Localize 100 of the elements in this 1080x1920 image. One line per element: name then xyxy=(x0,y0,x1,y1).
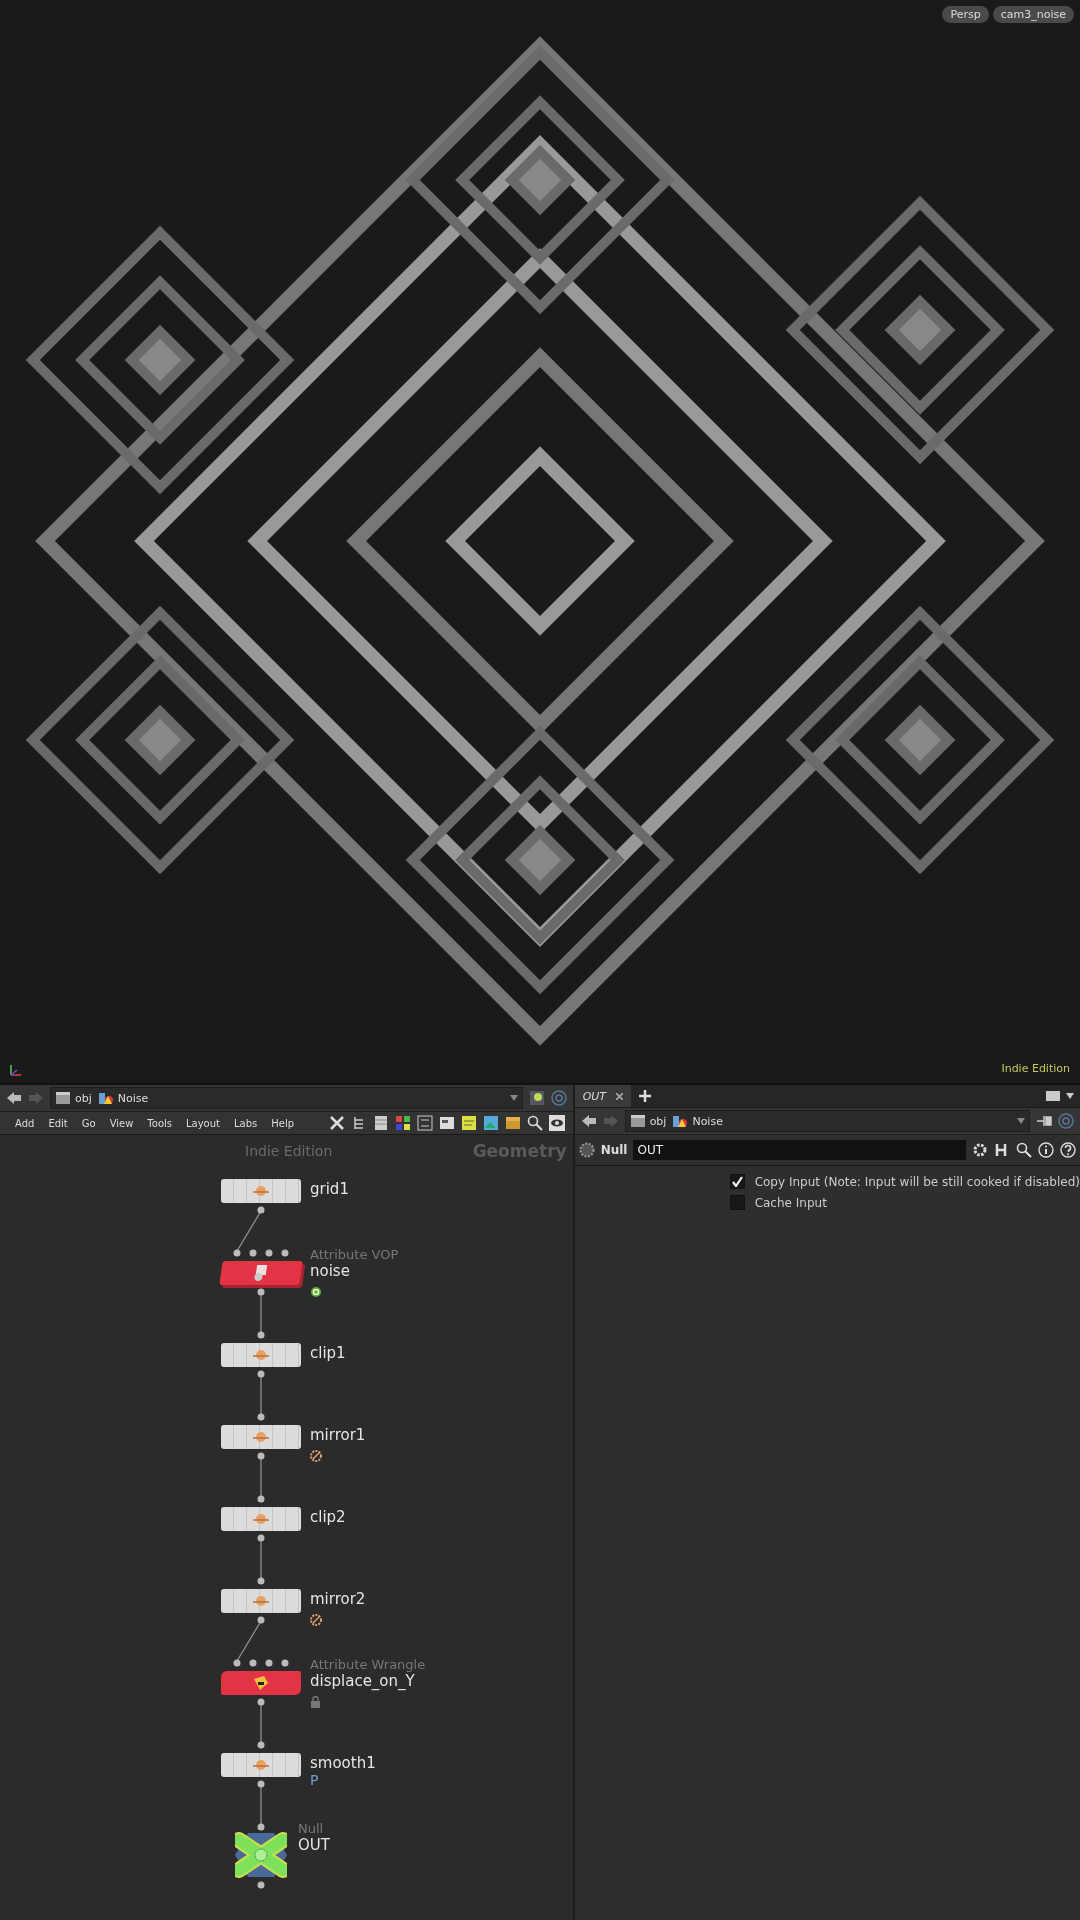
close-icon[interactable] xyxy=(616,1092,624,1100)
path-crumb[interactable]: Noise xyxy=(97,1091,149,1105)
edition-label: Indie Edition xyxy=(1001,1062,1070,1075)
menu-item[interactable]: Help xyxy=(264,1117,302,1129)
output-dot[interactable] xyxy=(257,1881,265,1889)
input-dot[interactable] xyxy=(265,1659,273,1667)
camera-menu[interactable]: cam3_noise xyxy=(992,6,1074,23)
info-icon[interactable] xyxy=(1038,1142,1054,1158)
parameter-label: Cache Input xyxy=(754,1195,827,1210)
wire xyxy=(260,1538,262,1580)
camera-menu[interactable]: Persp xyxy=(942,6,989,23)
path-crumb[interactable]: obj xyxy=(629,1114,667,1128)
path-crumb[interactable]: obj xyxy=(55,1091,92,1105)
wire xyxy=(260,1456,262,1498)
input-dot[interactable] xyxy=(281,1659,289,1667)
network-node[interactable] xyxy=(221,1343,301,1367)
network-node[interactable] xyxy=(221,1753,301,1777)
checkbox[interactable] xyxy=(729,1195,745,1210)
wire xyxy=(260,1784,262,1826)
node-type-label: Null xyxy=(600,1143,628,1157)
node-name: mirror2 xyxy=(310,1590,366,1608)
path-crumb[interactable]: Noise xyxy=(672,1114,723,1128)
network-node[interactable] xyxy=(221,1507,301,1531)
output-dot[interactable] xyxy=(257,1534,265,1542)
path-bar[interactable]: obj Noise xyxy=(50,1087,523,1109)
node-type-icon xyxy=(254,1265,268,1281)
color-grid-icon[interactable] xyxy=(394,1115,411,1131)
eye-icon[interactable] xyxy=(548,1115,565,1131)
input-dot[interactable] xyxy=(233,1249,241,1257)
box-icon[interactable] xyxy=(504,1115,521,1131)
node-type-icon xyxy=(252,1514,270,1524)
menu-item[interactable]: Labs xyxy=(227,1117,265,1129)
target-icon[interactable] xyxy=(550,1090,567,1106)
input-dot[interactable] xyxy=(257,1495,265,1503)
checkbox[interactable] xyxy=(729,1174,745,1189)
output-dot[interactable] xyxy=(257,1288,265,1296)
null-node[interactable] xyxy=(235,1832,287,1878)
input-dot[interactable] xyxy=(257,1413,265,1421)
search-icon[interactable] xyxy=(1016,1142,1032,1158)
node-type-icon xyxy=(252,1432,270,1442)
network-box-icon[interactable] xyxy=(438,1115,455,1131)
output-dot[interactable] xyxy=(257,1616,265,1624)
network-node[interactable] xyxy=(221,1589,301,1613)
edition-watermark: Indie Edition xyxy=(245,1143,333,1159)
clapperboard-icon xyxy=(55,1091,71,1105)
network-node[interactable] xyxy=(219,1261,303,1285)
back-arrow-icon[interactable] xyxy=(580,1114,597,1128)
caret-icon[interactable] xyxy=(1017,1117,1025,1125)
input-dot[interactable] xyxy=(249,1659,257,1667)
output-dot[interactable] xyxy=(257,1206,265,1214)
menu-item[interactable]: Go xyxy=(74,1117,103,1129)
input-dot[interactable] xyxy=(265,1249,273,1257)
menu-item[interactable]: Layout xyxy=(179,1117,227,1129)
menu-item[interactable]: Tools xyxy=(140,1117,179,1129)
pane-tab[interactable]: OUT xyxy=(574,1085,632,1107)
node-name: smooth1 xyxy=(310,1754,376,1772)
menu-item[interactable]: Add xyxy=(8,1117,42,1129)
image-icon[interactable] xyxy=(482,1115,499,1131)
menu-item[interactable]: View xyxy=(102,1117,141,1129)
list-icon[interactable] xyxy=(372,1115,389,1131)
flag-label: P xyxy=(310,1772,320,1788)
node-name: clip1 xyxy=(310,1344,346,1362)
node-name: mirror1 xyxy=(310,1426,366,1444)
input-dot[interactable] xyxy=(257,1823,265,1831)
node-type-icon xyxy=(254,1676,268,1690)
gear-icon[interactable] xyxy=(972,1142,988,1158)
search-icon[interactable] xyxy=(526,1115,543,1131)
sticky-note-icon[interactable] xyxy=(460,1115,477,1131)
back-arrow-icon[interactable] xyxy=(6,1091,22,1105)
input-dot[interactable] xyxy=(233,1659,241,1667)
menu-item[interactable]: Edit xyxy=(41,1117,75,1129)
output-dot[interactable] xyxy=(257,1698,265,1706)
network-node[interactable] xyxy=(221,1179,301,1203)
node-type-label: Attribute VOP xyxy=(310,1247,399,1262)
node-type-label: Attribute Wrangle xyxy=(310,1657,426,1672)
output-dot[interactable] xyxy=(257,1370,265,1378)
node-name-field[interactable]: OUT xyxy=(633,1140,966,1160)
network-node[interactable] xyxy=(221,1671,301,1695)
node-name: grid1 xyxy=(310,1180,349,1198)
target-icon[interactable] xyxy=(1058,1113,1074,1129)
network-node[interactable] xyxy=(221,1425,301,1449)
wire xyxy=(236,1620,262,1662)
pin-icon[interactable] xyxy=(1036,1113,1052,1129)
caret-icon[interactable] xyxy=(509,1094,518,1102)
layout-icon[interactable] xyxy=(416,1115,433,1131)
input-dot[interactable] xyxy=(257,1741,265,1749)
help-icon[interactable] xyxy=(1060,1142,1076,1158)
node-name: noise xyxy=(310,1262,351,1280)
output-dot[interactable] xyxy=(257,1780,265,1788)
input-dot[interactable] xyxy=(257,1577,265,1585)
add-tab-icon[interactable] xyxy=(639,1090,652,1102)
pin-icon[interactable] xyxy=(528,1090,545,1106)
caret-icon[interactable] xyxy=(1066,1092,1074,1100)
path-bar[interactable]: obj Noise xyxy=(624,1110,1030,1132)
output-dot[interactable] xyxy=(257,1452,265,1460)
node-gear-icon[interactable] xyxy=(578,1142,595,1158)
input-dot[interactable] xyxy=(257,1331,265,1339)
input-dot[interactable] xyxy=(281,1249,289,1257)
input-dot[interactable] xyxy=(249,1249,257,1257)
shapes-icon xyxy=(97,1091,114,1105)
